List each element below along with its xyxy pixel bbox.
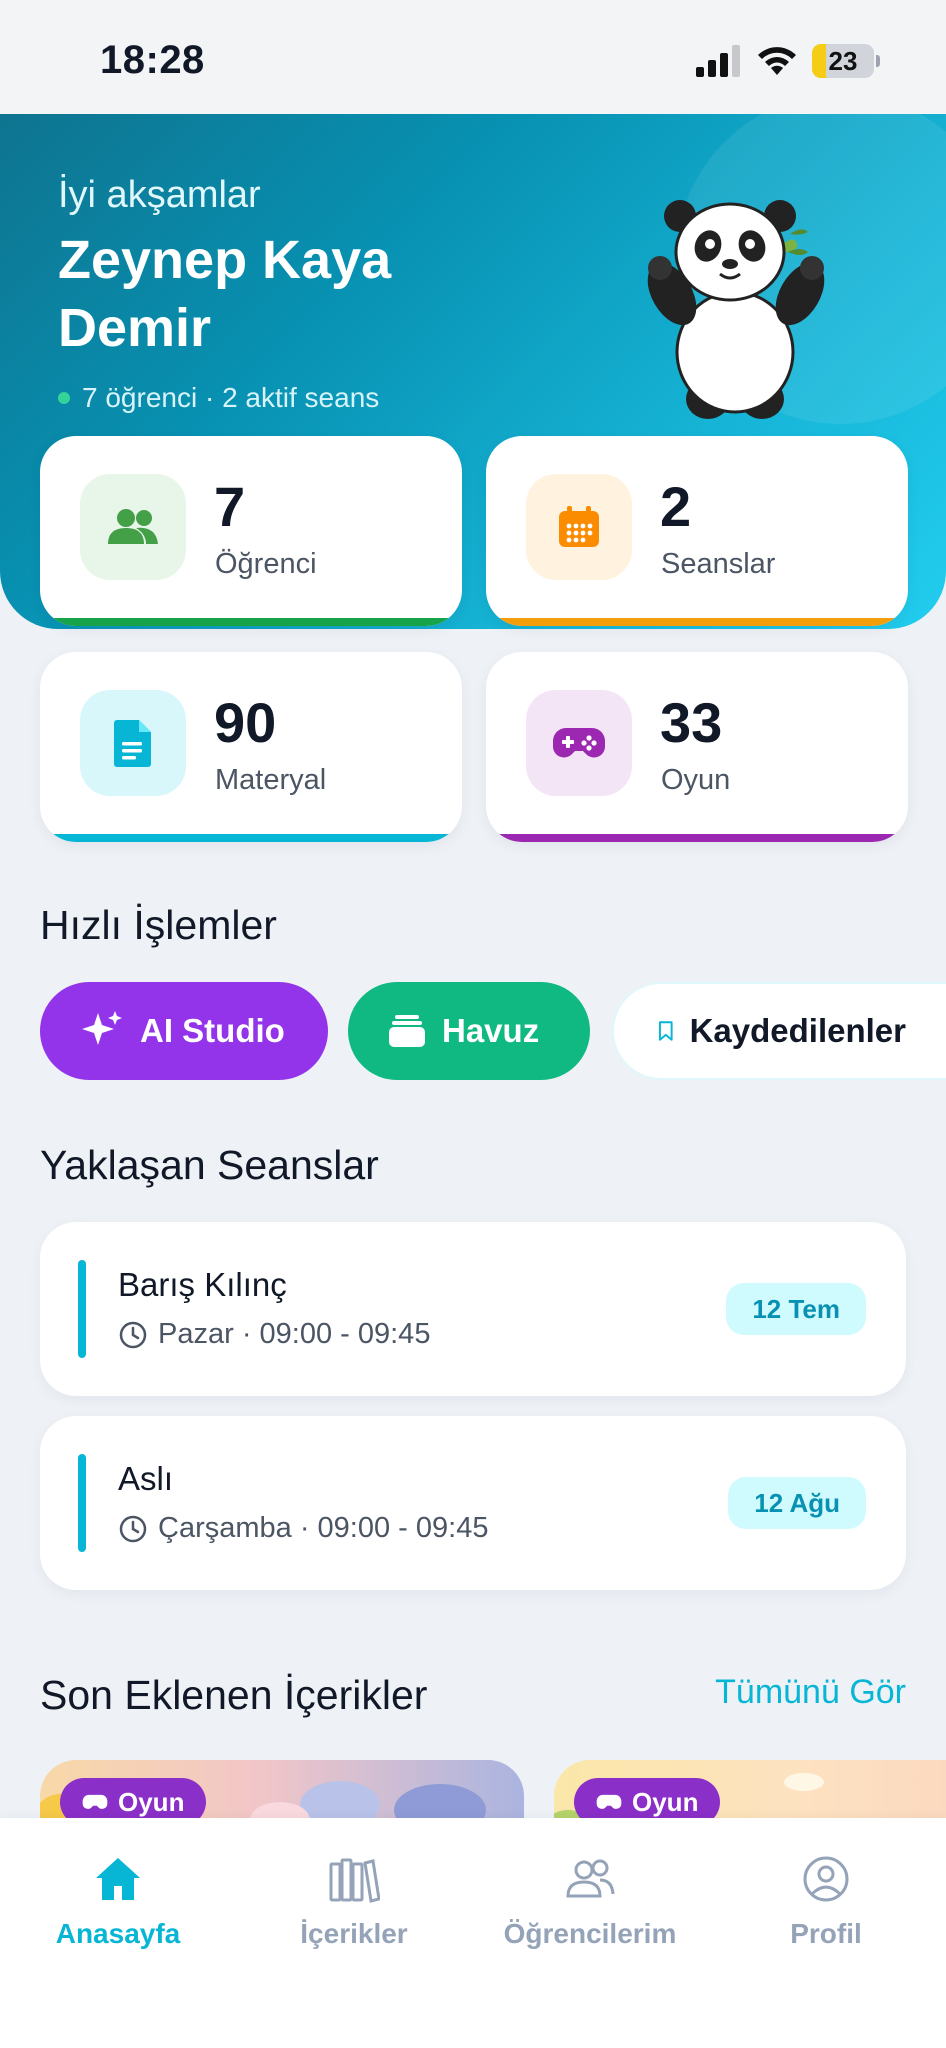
tab-students[interactable]: Öğrencilerim — [472, 1854, 708, 1950]
greeting-text: İyi akşamlar — [58, 174, 261, 216]
stat-card-sessions[interactable]: 2 Seanslar — [486, 436, 908, 626]
session-time-row: Çarşamba · 09:00 - 09:45 — [118, 1512, 488, 1545]
summary-text: 7 öğrenci · 2 aktif seans — [82, 382, 380, 413]
stat-value: 90 — [214, 691, 277, 754]
tab-label: İçerikler — [300, 1918, 408, 1949]
panda-mascot-icon — [647, 200, 825, 419]
stat-card-students[interactable]: 7 Öğrenci — [40, 436, 462, 626]
status-bar: 18:28 23 — [0, 0, 946, 114]
session-time-row: Pazar · 09:00 - 09:45 — [118, 1318, 430, 1351]
wifi-icon — [758, 47, 796, 75]
session-student-name: Aslı — [118, 1460, 174, 1497]
stat-label: Oyun — [661, 764, 731, 796]
stat-card-materials[interactable]: 90 Materyal — [40, 652, 462, 842]
saved-button[interactable]: Kaydedilenler — [612, 982, 946, 1080]
saved-label: Kaydedilenler — [689, 1012, 906, 1049]
stack-icon — [389, 1015, 425, 1047]
tab-label: Anasayfa — [55, 1918, 181, 1949]
stat-icon-bg — [80, 690, 186, 796]
battery-text: 23 — [828, 45, 858, 76]
online-dot — [58, 392, 70, 404]
content-badge-label: Oyun — [632, 1786, 699, 1817]
status-icons: 23 — [696, 44, 880, 78]
tab-label: Öğrencilerim — [503, 1918, 677, 1949]
gamepad-icon — [82, 1794, 108, 1809]
recent-content-title: Son Eklenen İçerikler — [40, 1672, 428, 1718]
session-accent-bar — [78, 1260, 86, 1358]
see-all-link[interactable]: Tümünü Gör — [715, 1673, 906, 1712]
user-name: Zeynep Kaya Demir — [58, 230, 392, 358]
battery-indicator: 23 — [812, 44, 880, 78]
stat-accent-bar — [40, 834, 462, 842]
tab-label: Profil — [790, 1918, 862, 1949]
tab-profile[interactable]: Profil — [708, 1854, 944, 1950]
session-date-badge: 12 Tem — [726, 1283, 866, 1335]
stat-label: Materyal — [215, 764, 327, 796]
users-icon — [108, 509, 158, 544]
session-time: Çarşamba · 09:00 - 09:45 — [158, 1512, 489, 1544]
ai-studio-button[interactable]: AI Studio — [40, 982, 328, 1080]
session-time: Pazar · 09:00 - 09:45 — [158, 1318, 431, 1350]
stat-accent-bar — [40, 618, 462, 626]
clock-icon — [119, 1321, 147, 1348]
stat-accent-bar — [486, 834, 908, 842]
upcoming-sessions-title: Yaklaşan Seanslar — [40, 1142, 379, 1188]
battery-nub — [876, 55, 880, 67]
gamepad-icon — [596, 1794, 622, 1809]
profile-icon — [803, 1856, 849, 1902]
stat-label: Öğrenci — [215, 548, 317, 580]
content-badge-label: Oyun — [118, 1786, 185, 1817]
havuz-button[interactable]: Havuz — [348, 982, 590, 1080]
stat-icon-bg — [80, 474, 186, 580]
signal-icon — [696, 45, 740, 77]
tab-home[interactable]: Anasayfa — [0, 1854, 236, 1950]
bookmark-icon — [658, 1021, 673, 1041]
ai-studio-label: AI Studio — [140, 1012, 285, 1049]
library-icon — [329, 1858, 380, 1903]
session-card[interactable]: Aslı Çarşamba · 09:00 - 09:45 12 Ağu — [40, 1416, 906, 1590]
stat-label: Seanslar — [661, 548, 776, 580]
stat-card-games[interactable]: 33 Oyun — [486, 652, 908, 842]
stat-accent-bar — [486, 618, 908, 626]
calendar-icon — [559, 506, 599, 547]
stat-icon-bg — [526, 690, 632, 796]
battery-icon: 23 — [812, 44, 874, 78]
session-student-name: Barış Kılınç — [118, 1266, 287, 1303]
document-icon — [114, 720, 151, 767]
battery-fill — [812, 44, 827, 78]
gamepad-icon — [553, 728, 605, 758]
students-icon — [566, 1859, 615, 1898]
stat-value: 2 — [660, 475, 692, 538]
stat-value: 33 — [660, 691, 723, 754]
session-card[interactable]: Barış Kılınç Pazar · 09:00 - 09:45 12 Te… — [40, 1222, 906, 1396]
status-time: 18:28 — [100, 38, 205, 82]
session-date-badge: 12 Ağu — [728, 1477, 866, 1529]
clock-icon — [119, 1515, 147, 1542]
quick-actions-title: Hızlı İşlemler — [40, 902, 277, 948]
stat-value: 7 — [214, 475, 246, 538]
home-icon — [96, 1858, 140, 1900]
tab-contents[interactable]: İçerikler — [236, 1854, 472, 1950]
stat-icon-bg — [526, 474, 632, 580]
sparkles-icon — [82, 1011, 122, 1045]
havuz-label: Havuz — [442, 1012, 540, 1049]
summary-line: 7 öğrenci · 2 aktif seans — [58, 382, 379, 414]
session-accent-bar — [78, 1454, 86, 1552]
bottom-tab-bar: Anasayfa İçerikler Öğrencilerim Profil — [0, 1818, 946, 2048]
